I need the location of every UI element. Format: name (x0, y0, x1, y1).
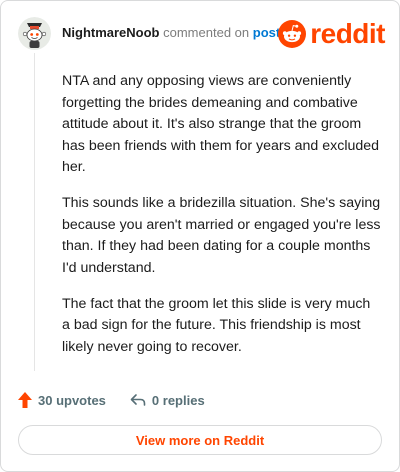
view-more-label: View more on Reddit (135, 432, 265, 448)
reply-count: 0 replies (151, 392, 205, 408)
commented-on-label: commented on (163, 25, 250, 40)
reply-button[interactable]: 0 replies (130, 393, 205, 408)
username-link[interactable]: NightmareNoob (62, 25, 160, 40)
comment-actions: 30 upvotes 0 replies (18, 389, 229, 411)
reddit-snoo-icon (278, 20, 307, 48)
comment-paragraph: The fact that the groom let this slide i… (62, 295, 371, 355)
view-more-button[interactable]: View more on Reddit (18, 425, 382, 455)
comment-paragraph: This sounds like a bridezilla situation.… (62, 195, 381, 276)
embedded-comment-card: NightmareNoob commented on post reddit N… (0, 0, 400, 472)
reply-arrow-icon (130, 394, 146, 406)
comment-body: NTA and any opposing views are convenien… (62, 71, 382, 373)
reddit-wordmark: reddit (310, 18, 385, 49)
thread-line (34, 53, 35, 371)
upvote-button[interactable]: 30 upvotes (18, 392, 106, 408)
comment-meta: NightmareNoob commented on post (62, 25, 280, 41)
comment-header: NightmareNoob commented on post reddit (18, 13, 385, 53)
post-link[interactable]: post (253, 25, 280, 40)
upvote-arrow-icon (18, 392, 32, 408)
reddit-logo[interactable]: reddit (278, 18, 385, 49)
snoo-avatar-icon (18, 17, 51, 50)
comment-paragraph: NTA and any opposing views are convenien… (62, 73, 380, 175)
upvote-count: 30 upvotes (38, 392, 106, 408)
user-avatar[interactable] (18, 17, 51, 50)
